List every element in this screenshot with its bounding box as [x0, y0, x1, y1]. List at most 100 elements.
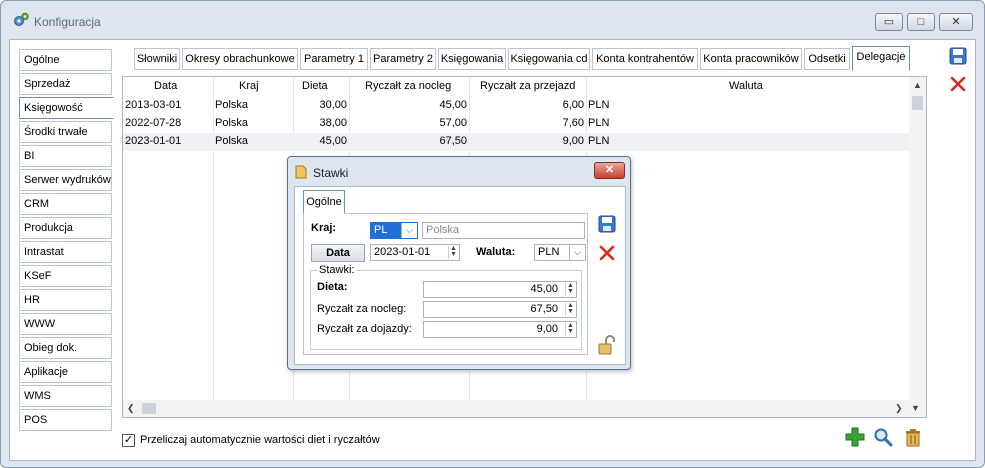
sidebar-item-aplikacje[interactable]: Aplikacje — [19, 361, 112, 383]
kraj-select[interactable]: PL ⌵ — [370, 222, 418, 239]
cell-przejazd: 9,00 — [562, 135, 584, 147]
search-button[interactable] — [872, 426, 894, 448]
save-icon — [598, 215, 616, 233]
nocleg-field[interactable]: 67,50 ▲ ▼ — [423, 301, 577, 318]
x-icon — [950, 76, 966, 92]
maximize-button[interactable]: □ — [907, 13, 935, 31]
dialog-cancel-button[interactable] — [596, 242, 618, 264]
waluta-value: PLN — [538, 246, 560, 258]
column-header-kraj[interactable]: Kraj — [239, 80, 259, 92]
cell-data: 2013-03-01 — [125, 99, 182, 111]
config-window: Konfiguracja ▭ □ ✕ Ogólne Sprzedaż Księg… — [0, 0, 985, 468]
trash-button[interactable] — [902, 426, 924, 448]
scroll-right-icon[interactable]: ❯ — [895, 403, 903, 414]
sidebar-item-bi[interactable]: BI — [19, 145, 112, 167]
document-icon — [295, 165, 307, 179]
table-row[interactable]: 2023-01-01 Polska 45,00 67,50 9,00 PLN — [123, 133, 909, 151]
cell-przejazd: 7,60 — [562, 117, 584, 129]
column-header-dieta[interactable]: Dieta — [302, 80, 328, 92]
column-header-ryczalt-przejazd[interactable]: Ryczałt za przejazd — [480, 80, 575, 92]
cell-dieta: 30,00 — [319, 99, 347, 111]
tab-slowniki[interactable]: Słowniki — [134, 48, 180, 70]
sidebar-item-obieg-dok[interactable]: Obieg dok. — [19, 337, 112, 359]
dojazdy-label: Ryczałt za dojazdy: — [317, 323, 412, 335]
data-button[interactable]: Data — [311, 244, 365, 262]
column-header-data[interactable]: Data — [154, 80, 177, 92]
vertical-scrollbar[interactable]: ▲ — [909, 77, 926, 400]
sidebar-item-ksef[interactable]: KSeF — [19, 265, 112, 287]
table-row[interactable]: 2013-03-01 Polska 30,00 45,00 6,00 PLN — [123, 97, 909, 115]
scroll-down-icon[interactable]: ▼ — [911, 403, 920, 413]
nocleg-label: Ryczałt za nocleg: — [317, 303, 407, 315]
cell-przejazd: 6,00 — [562, 99, 584, 111]
tab-parametry-2[interactable]: Parametry 2 — [370, 48, 436, 70]
cell-waluta: PLN — [588, 135, 610, 147]
nocleg-spinner-icon[interactable]: ▲ ▼ — [565, 302, 575, 316]
column-header-ryczalt-nocleg[interactable]: Ryczałt za nocleg — [365, 80, 451, 92]
date-value: 2023-01-01 — [374, 246, 431, 258]
tab-parametry-1[interactable]: Parametry 1 — [300, 48, 368, 70]
cell-dieta: 38,00 — [319, 117, 347, 129]
sidebar-item-www[interactable]: WWW — [19, 313, 112, 335]
cell-nocleg: 67,50 — [439, 135, 467, 147]
dojazdy-spinner-icon[interactable]: ▲ ▼ — [565, 322, 575, 336]
dojazdy-value: 9,00 — [536, 323, 558, 335]
cell-nocleg: 57,00 — [439, 117, 467, 129]
sidebar-item-srodki-trwale[interactable]: Środki trwałe — [19, 121, 112, 143]
chevron-down-icon[interactable]: ⌵ — [569, 245, 585, 260]
dieta-spinner-icon[interactable]: ▲ ▼ — [565, 282, 575, 296]
tab-konta-pracownikow[interactable]: Konta pracowników — [700, 48, 802, 70]
date-spinner-icon[interactable]: ▲ ▼ — [448, 245, 458, 259]
dieta-field[interactable]: 45,00 ▲ ▼ — [423, 281, 577, 298]
cell-kraj: Polska — [215, 117, 249, 129]
sidebar-item-hr[interactable]: HR — [19, 289, 112, 311]
tab-ksiegowania-cd[interactable]: Księgowania cd — [508, 48, 590, 70]
table-row[interactable]: 2022-07-28 Polska 38,00 57,00 7,60 PLN — [123, 115, 909, 133]
dialog-save-button[interactable] — [596, 213, 618, 235]
kraj-label: Kraj: — [311, 222, 337, 234]
cell-waluta: PLN — [588, 117, 610, 129]
minimize-button[interactable]: ▭ — [875, 13, 903, 31]
dieta-label: Dieta: — [317, 281, 348, 293]
chevron-down-icon[interactable]: ⌵ — [401, 223, 417, 238]
tab-delegacje[interactable]: Delegacje — [852, 46, 910, 71]
tab-odsetki[interactable]: Odsetki — [804, 48, 850, 70]
tab-konta-kontrahentow[interactable]: Konta kontrahentów — [592, 48, 698, 70]
lock-button[interactable] — [596, 335, 618, 357]
group-title: Stawki: — [317, 264, 357, 276]
sidebar-item-ksiegowosc[interactable]: Księgowość — [19, 97, 114, 119]
sidebar-item-intrastat[interactable]: Intrastat — [19, 241, 112, 263]
save-icon — [949, 47, 967, 65]
sidebar-item-ogolne[interactable]: Ogólne — [19, 49, 112, 71]
sidebar-item-serwer-wydrukow[interactable]: Serwer wydruków — [19, 169, 112, 191]
window-title: Konfiguracja — [34, 15, 101, 29]
add-button[interactable] — [844, 426, 866, 448]
auto-recalc-checkbox[interactable]: ✓ — [122, 434, 135, 447]
scroll-thumb[interactable] — [142, 403, 156, 414]
tab-ogolne[interactable]: Ogólne — [303, 190, 345, 214]
title-bar: Konfiguracja ▭ □ ✕ — [1, 1, 984, 39]
dialog-panel: Kraj: PL ⌵ Polska Data 2023-01-01 ▲ ▼ Wal… — [303, 213, 588, 355]
kraj-name-field[interactable]: Polska — [422, 222, 585, 239]
scroll-left-icon[interactable]: ❮ — [127, 403, 135, 414]
save-button[interactable] — [947, 45, 969, 67]
sidebar-item-crm[interactable]: CRM — [19, 193, 112, 215]
sidebar-item-sprzedaz[interactable]: Sprzedaż — [19, 73, 112, 95]
date-field[interactable]: 2023-01-01 ▲ ▼ — [370, 244, 460, 261]
close-button[interactable]: ✕ — [939, 13, 973, 31]
dojazdy-field[interactable]: 9,00 ▲ ▼ — [423, 321, 577, 338]
dialog-body: Ogólne Kraj: PL ⌵ Polska Data 2023-01-01… — [294, 186, 626, 365]
tab-ksiegowania[interactable]: Księgowania — [438, 48, 506, 70]
sidebar-item-wms[interactable]: WMS — [19, 385, 112, 407]
padlock-open-icon — [598, 335, 615, 355]
delete-button[interactable] — [947, 73, 969, 95]
sidebar-item-produkcja[interactable]: Produkcja — [19, 217, 112, 239]
horizontal-scrollbar[interactable]: ❮ ❯ ▼ — [123, 400, 926, 417]
dialog-close-button[interactable]: ✕ — [594, 162, 625, 179]
sidebar-item-pos[interactable]: POS — [19, 409, 112, 431]
tab-okresy-obrachunkowe[interactable]: Okresy obrachunkowe — [182, 48, 298, 70]
scroll-up-icon[interactable]: ▲ — [913, 80, 922, 90]
waluta-select[interactable]: PLN ⌵ — [534, 244, 586, 261]
scroll-thumb[interactable] — [912, 96, 923, 110]
column-header-waluta[interactable]: Waluta — [729, 80, 763, 92]
